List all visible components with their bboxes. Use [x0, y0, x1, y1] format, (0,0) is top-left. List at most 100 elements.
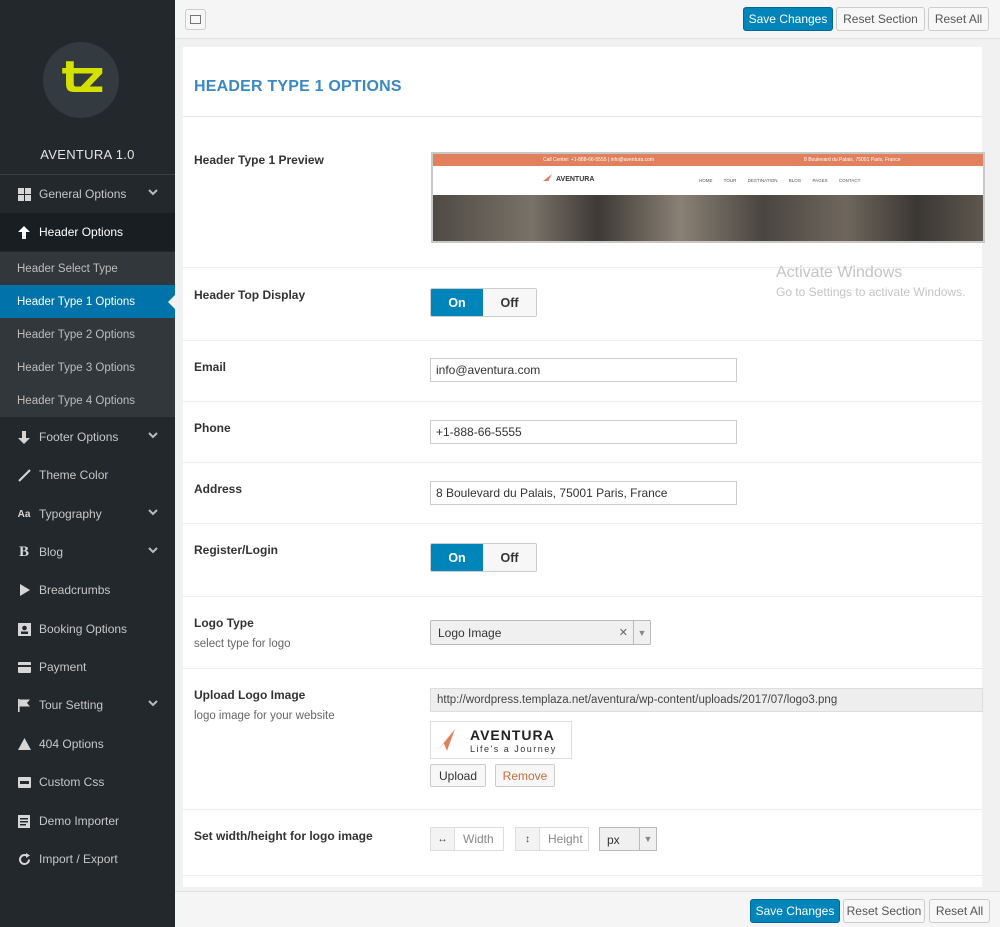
row-header-preview: Header Type 1 Preview Call Center: +1-88… [183, 145, 985, 268]
height-field[interactable]: ↕ Height [515, 827, 589, 851]
register-login-toggle[interactable]: On Off [430, 543, 537, 572]
bottom-toolbar: Save Changes Reset Section Reset All [175, 891, 1000, 927]
row-logo-type: Logo Type select type for logo Logo Imag… [183, 597, 982, 669]
typography-icon: Aa [17, 508, 31, 520]
section-title: HEADER TYPE 1 OPTIONS [194, 78, 402, 95]
sidebar-item-label: Demo Importer [39, 814, 120, 828]
sidebar-header: tz AVENTURA 1.0 [0, 0, 175, 175]
address-field[interactable]: 8 Boulevard du Palais, 75001 Paris, Fran… [430, 481, 737, 505]
sidebar-subitem-label: Header Type 1 Options [17, 295, 136, 308]
sidebar-item-blog[interactable]: B Blog [0, 533, 175, 571]
sidebar-item-general-options[interactable]: General Options [0, 175, 175, 213]
remove-button[interactable]: Remove [495, 764, 555, 787]
chevron-down-icon [148, 545, 158, 555]
row-label: Logo Type [194, 616, 254, 630]
reset-all-button[interactable]: Reset All [928, 7, 989, 31]
sidebar-item-404-options[interactable]: 404 Options [0, 725, 175, 763]
flag-icon [17, 698, 31, 712]
unit-select[interactable]: px ▼ [599, 827, 657, 851]
row-upload-logo: Upload Logo Image logo image for your we… [183, 669, 983, 810]
sidebar-item-label: Blog [39, 545, 64, 559]
row-description: select type for logo [194, 638, 291, 650]
sidebar-item-payment[interactable]: Payment [0, 648, 175, 686]
logo-url-field[interactable]: http://wordpress.templaza.net/aventura/w… [430, 688, 983, 712]
watermark-title: Activate Windows [776, 264, 903, 281]
header-top-display-toggle[interactable]: On Off [430, 288, 537, 317]
reset-all-button[interactable]: Reset All [929, 899, 990, 923]
logo-type-select[interactable]: Logo Image ✕ ▼ [430, 620, 651, 645]
toggle-off-button[interactable]: Off [483, 544, 536, 571]
row-label: Register/Login [194, 543, 279, 557]
select-value: Logo Image [438, 626, 502, 640]
reset-section-button[interactable]: Reset Section [843, 899, 925, 923]
chevron-down-icon [148, 187, 158, 197]
chevron-down-icon[interactable]: ▼ [633, 621, 650, 644]
toggle-on-button[interactable]: On [431, 289, 483, 316]
toggle-on-button[interactable]: On [431, 544, 483, 571]
save-changes-button[interactable]: Save Changes [743, 7, 833, 31]
sidebar-item-typography[interactable]: Aa Typography [0, 495, 175, 533]
css-icon [17, 775, 31, 789]
upload-button[interactable]: Upload [430, 764, 486, 787]
logo-text: tz [61, 52, 105, 103]
width-placeholder: Width [463, 832, 494, 846]
grid-icon [17, 187, 31, 201]
bold-b-icon: B [18, 543, 29, 560]
activate-windows-watermark: Activate Windows Go to Settings to activ… [776, 264, 965, 299]
sidebar-item-custom-css[interactable]: Custom Css [0, 763, 175, 801]
sidebar-item-import-export[interactable]: Import / Export [0, 840, 175, 878]
sidebar-item-label: Custom Css [39, 775, 105, 789]
chevron-down-icon[interactable]: ▼ [639, 828, 656, 850]
sidebar-item-booking-options[interactable]: Booking Options [0, 610, 175, 648]
sidebar-item-label: Payment [39, 660, 87, 674]
select-value: px [607, 833, 620, 847]
logo-preview-title: AVENTURA [470, 727, 555, 743]
document-icon [17, 814, 31, 828]
toggle-off-button[interactable]: Off [483, 289, 536, 316]
sidebar-subitem-header-type-1[interactable]: Header Type 1 Options [0, 285, 175, 318]
preview-logo: AVENTURA [543, 174, 594, 183]
sidebar: tz AVENTURA 1.0 General Options Header O… [0, 0, 175, 927]
sidebar-subitem-header-type-2[interactable]: Header Type 2 Options [0, 318, 175, 351]
top-toolbar: Save Changes Reset Section Reset All [175, 0, 1000, 39]
sidebar-item-label: General Options [39, 187, 127, 201]
warning-icon [17, 737, 31, 751]
play-icon [17, 583, 31, 597]
row-register-login: Register/Login On Off [183, 524, 982, 597]
reset-section-button[interactable]: Reset Section [836, 7, 925, 31]
row-address: Address 8 Boulevard du Palais, 75001 Par… [183, 463, 982, 524]
sidebar-subitem-header-type-4[interactable]: Header Type 4 Options [0, 384, 175, 417]
row-label: Header Top Display [194, 288, 306, 302]
phone-field[interactable]: +1-888-66-5555 [430, 420, 737, 444]
chevron-down-icon [148, 430, 158, 440]
clear-icon[interactable]: ✕ [619, 626, 628, 639]
sidebar-subitem-header-select-type[interactable]: Header Select Type [0, 252, 175, 285]
sidebar-item-theme-color[interactable]: Theme Color [0, 456, 175, 494]
save-changes-button[interactable]: Save Changes [750, 899, 840, 923]
sidebar-item-demo-importer[interactable]: Demo Importer [0, 802, 175, 840]
width-arrows-icon: ↔ [431, 828, 455, 850]
sidebar-subitem-header-type-3[interactable]: Header Type 3 Options [0, 351, 175, 384]
sidebar-item-label: Tour Setting [39, 698, 104, 712]
expand-options-button[interactable] [185, 9, 206, 30]
sidebar-subitem-label: Header Select Type [17, 262, 118, 275]
panel-icon [190, 15, 201, 24]
sidebar-item-tour-setting[interactable]: Tour Setting [0, 686, 175, 724]
row-phone: Phone +1-888-66-5555 [183, 402, 982, 463]
sidebar-item-header-options[interactable]: Header Options [0, 213, 175, 251]
email-field[interactable]: info@aventura.com [430, 358, 737, 382]
width-field[interactable]: ↔ Width [430, 827, 504, 851]
sidebar-item-label: Typography [39, 507, 102, 521]
preview-hero-image [433, 195, 983, 241]
brand-logo: tz [43, 42, 119, 118]
sidebar-item-label: Import / Export [39, 852, 118, 866]
watermark-subtitle: Go to Settings to activate Windows. [776, 285, 966, 299]
sidebar-item-breadcrumbs[interactable]: Breadcrumbs [0, 571, 175, 609]
logo-preview: AVENTURA Life's a Journey [430, 721, 572, 759]
sidebar-subitem-label: Header Type 4 Options [17, 394, 136, 407]
sidebar-item-footer-options[interactable]: Footer Options [0, 418, 175, 456]
brush-icon [17, 468, 31, 482]
sidebar-item-label: Booking Options [39, 622, 128, 636]
section-header: HEADER TYPE 1 OPTIONS [183, 47, 982, 117]
preview-topbar-right: 8 Boulevard du Palais, 75001 Paris, Fran… [804, 157, 901, 163]
